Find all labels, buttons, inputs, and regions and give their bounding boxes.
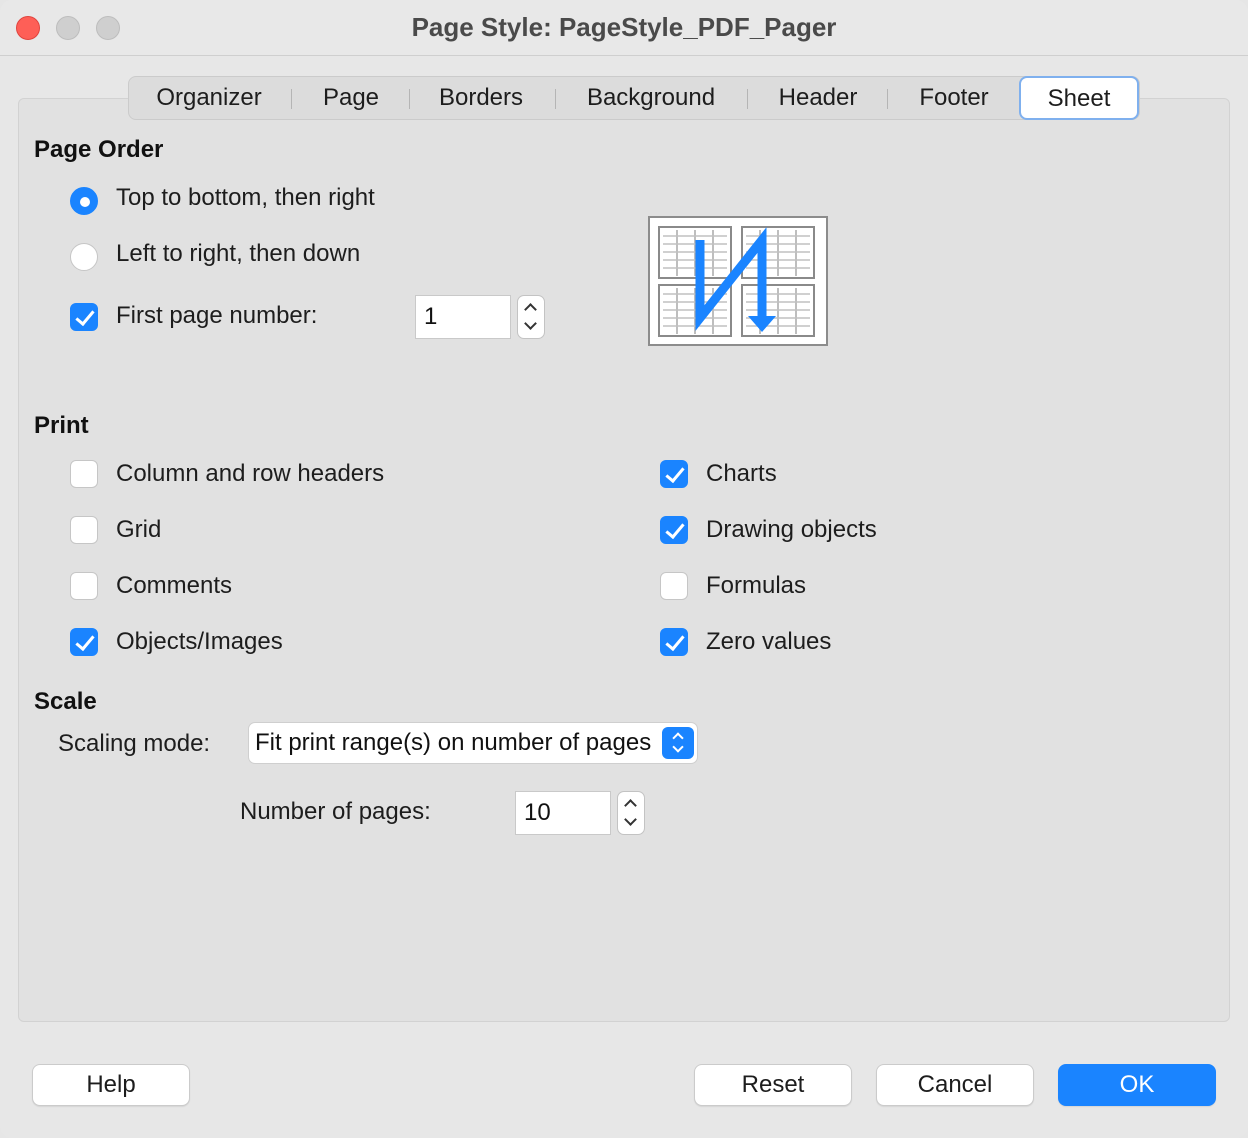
grid-checkbox[interactable] xyxy=(70,516,98,544)
top-to-bottom-label: Top to bottom, then right xyxy=(116,184,375,211)
tab-bar: Organizer Page Borders Background Header… xyxy=(128,76,1140,120)
first-page-number-label: First page number: xyxy=(116,302,318,329)
tab-separator xyxy=(555,89,556,109)
first-page-number-stepper[interactable] xyxy=(517,295,545,339)
objects-images-checkbox[interactable] xyxy=(70,628,98,656)
tab-borders[interactable]: Borders xyxy=(411,77,551,119)
column-row-headers-checkbox[interactable] xyxy=(70,460,98,488)
reset-button[interactable]: Reset xyxy=(694,1064,852,1106)
first-page-number-checkbox[interactable] xyxy=(70,303,98,331)
scaling-mode-select[interactable]: Fit print range(s) on number of pages xyxy=(248,722,698,764)
tab-separator xyxy=(291,89,292,109)
charts-checkbox[interactable] xyxy=(660,460,688,488)
zero-values-checkbox[interactable] xyxy=(660,628,688,656)
ok-button[interactable]: OK xyxy=(1058,1064,1216,1106)
charts-label: Charts xyxy=(706,460,777,487)
objects-images-label: Objects/Images xyxy=(116,628,283,655)
tab-separator xyxy=(887,89,888,109)
scale-heading: Scale xyxy=(34,688,97,715)
first-page-number-input[interactable]: 1 xyxy=(415,295,511,339)
help-button[interactable]: Help xyxy=(32,1064,190,1106)
window-title: Page Style: PageStyle_PDF_Pager xyxy=(411,12,837,42)
number-of-pages-stepper[interactable] xyxy=(617,791,645,835)
decrement-icon[interactable] xyxy=(618,813,644,834)
tab-separator xyxy=(747,89,748,109)
drawing-objects-checkbox[interactable] xyxy=(660,516,688,544)
decrement-icon[interactable] xyxy=(518,317,544,338)
scaling-mode-label: Scaling mode: xyxy=(58,730,211,757)
left-to-right-label: Left to right, then down xyxy=(116,240,361,267)
left-to-right-radio[interactable] xyxy=(70,243,98,271)
page-style-dialog: Page Style: PageStyle_PDF_Pager Organize… xyxy=(0,0,1248,1138)
number-of-pages-input[interactable]: 10 xyxy=(515,791,611,835)
tab-footer[interactable]: Footer xyxy=(889,77,1019,119)
number-of-pages-label: Number of pages: xyxy=(240,798,431,825)
column-row-headers-label: Column and row headers xyxy=(116,460,385,487)
tab-header[interactable]: Header xyxy=(749,77,887,119)
page-order-heading: Page Order xyxy=(34,136,164,163)
grid-label: Grid xyxy=(116,516,162,543)
tab-separator xyxy=(409,89,410,109)
cancel-button[interactable]: Cancel xyxy=(876,1064,1034,1106)
top-to-bottom-radio[interactable] xyxy=(70,187,98,215)
tab-page[interactable]: Page xyxy=(293,77,409,119)
page-order-preview-image xyxy=(648,216,828,346)
chevron-up-down-icon[interactable] xyxy=(662,727,694,759)
sheet-tab-panel xyxy=(18,98,1230,1022)
increment-icon[interactable] xyxy=(618,792,644,813)
formulas-checkbox[interactable] xyxy=(660,572,688,600)
print-heading: Print xyxy=(34,412,89,439)
increment-icon[interactable] xyxy=(518,296,544,317)
tab-background[interactable]: Background xyxy=(557,77,745,119)
comments-checkbox[interactable] xyxy=(70,572,98,600)
page-order-preview-icon xyxy=(658,226,815,337)
comments-label: Comments xyxy=(116,572,233,599)
scaling-mode-value: Fit print range(s) on number of pages xyxy=(255,729,652,756)
tab-sheet[interactable]: Sheet xyxy=(1019,76,1139,120)
title-bar: Page Style: PageStyle_PDF_Pager xyxy=(0,0,1248,56)
formulas-label: Formulas xyxy=(706,572,807,599)
drawing-objects-label: Drawing objects xyxy=(706,516,877,543)
zero-values-label: Zero values xyxy=(706,628,832,655)
tab-organizer[interactable]: Organizer xyxy=(129,77,289,119)
